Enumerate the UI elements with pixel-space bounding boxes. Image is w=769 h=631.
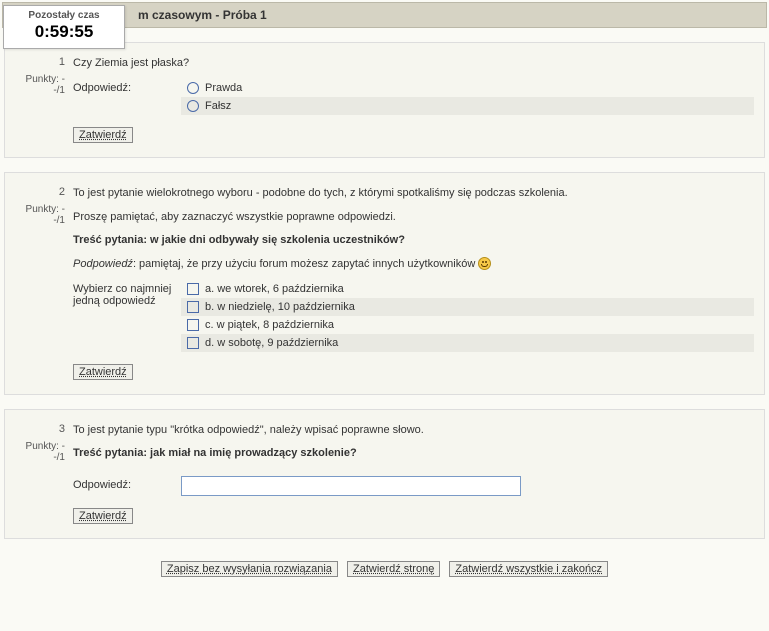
option-label: c. w piątek, 8 października [205,319,334,331]
timer-value: 0:59:55 [14,22,114,42]
timer-box: Pozostały czas 0:59:55 [3,5,125,49]
footer-buttons: Zapisz bez wysyłania rozwiązania Zatwier… [0,553,769,591]
question-intro: Proszę pamiętać, aby zaznaczyć wszystkie… [73,210,754,225]
radio-icon [187,100,199,112]
checkbox-icon [187,301,199,313]
hint-label: Podpowiedź [73,258,133,270]
answer-options: Prawda Fałsz [181,79,754,115]
question-intro: To jest pytanie wielokrotnego wyboru - p… [73,186,754,201]
answer-options: a. we wtorek, 6 października b. w niedzi… [181,280,754,352]
option-label: a. we wtorek, 6 października [205,283,344,295]
hint-text: : pamiętaj, że przy użyciu forum możesz … [133,258,478,270]
question-meta: 1 Punkty: --/1 [15,56,73,143]
question-points: Punkty: --/1 [26,204,65,226]
radio-option[interactable]: Fałsz [181,97,754,115]
submit-button[interactable]: Zatwierdź [73,127,133,143]
question-number: 2 [15,186,65,198]
question-block: 3 Punkty: --/1 To jest pytanie typu "kró… [4,409,765,539]
question-hint: Podpowiedź: pamiętaj, że przy użyciu for… [73,257,754,272]
checkbox-icon [187,319,199,331]
answer-label: Odpowiedź: [73,79,181,115]
checkbox-icon [187,283,199,295]
question-bold: Treść pytania: jak miał na imię prowadzą… [73,447,357,459]
checkbox-icon [187,337,199,349]
timer-label: Pozostały czas [14,10,114,21]
checkbox-option[interactable]: d. w sobotę, 9 października [181,334,754,352]
submit-page-button[interactable]: Zatwierdź stronę [347,561,440,577]
question-bold: Treść pytania: w jakie dni odbywały się … [73,234,405,246]
question-body: Czy Ziemia jest płaska? Odpowiedź: Prawd… [73,56,754,143]
option-label: b. w niedzielę, 10 października [205,301,355,313]
question-meta: 2 Punkty: --/1 [15,186,73,380]
option-label: Prawda [205,82,242,94]
checkbox-option[interactable]: c. w piątek, 8 października [181,316,754,334]
smiley-icon [478,257,491,270]
submit-button[interactable]: Zatwierdź [73,508,133,524]
option-label: Fałsz [205,100,231,112]
question-points: Punkty: --/1 [26,74,65,96]
question-points: Punkty: --/1 [26,441,65,463]
answer-label: Odpowiedź: [73,476,181,496]
question-text: Czy Ziemia jest płaska? [73,56,754,71]
radio-icon [187,82,199,94]
checkbox-option[interactable]: b. w niedzielę, 10 października [181,298,754,316]
question-number: 1 [15,56,65,68]
question-block: 2 Punkty: --/1 To jest pytanie wielokrot… [4,172,765,395]
question-body: To jest pytanie wielokrotnego wyboru - p… [73,186,754,380]
save-without-submit-button[interactable]: Zapisz bez wysyłania rozwiązania [161,561,338,577]
radio-option[interactable]: Prawda [181,79,754,97]
option-label: d. w sobotę, 9 października [205,337,338,349]
checkbox-option[interactable]: a. we wtorek, 6 października [181,280,754,298]
short-answer-input[interactable] [181,476,521,496]
submit-button[interactable]: Zatwierdź [73,364,133,380]
question-number: 3 [15,423,65,435]
submit-all-button[interactable]: Zatwierdź wszystkie i zakończ [449,561,608,577]
answer-label: Wybierz co najmniej jedną odpowiedź [73,280,181,352]
question-body: To jest pytanie typu "krótka odpowiedź",… [73,423,754,524]
question-meta: 3 Punkty: --/1 [15,423,73,524]
page-title: m czasowym - Próba 1 [138,8,267,22]
answer-options [181,476,754,496]
question-intro: To jest pytanie typu "krótka odpowiedź",… [73,423,754,438]
question-block: 1 Punkty: --/1 Czy Ziemia jest płaska? O… [4,42,765,158]
